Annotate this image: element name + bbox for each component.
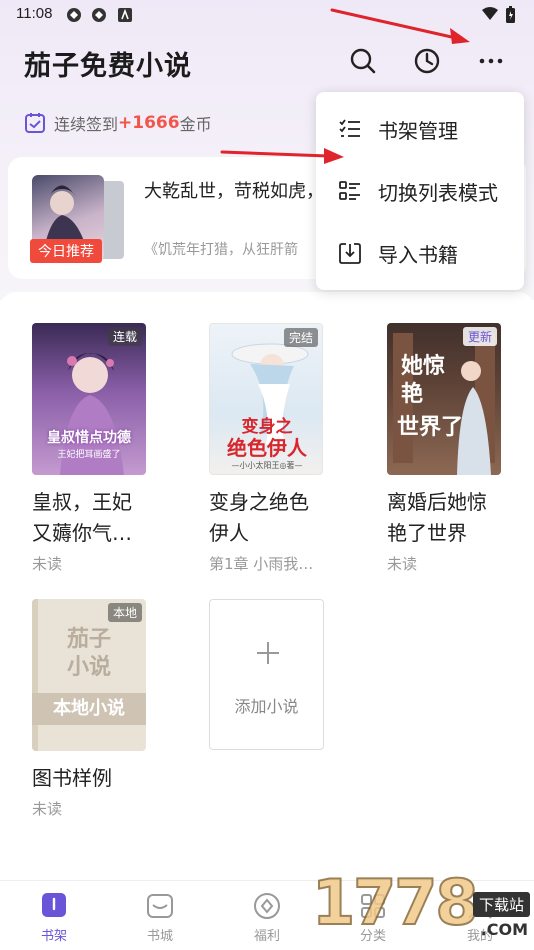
book-cover-title: 绝色伊人 xyxy=(227,436,307,460)
book-cover-author: —小小太阳王◎著— xyxy=(231,461,303,470)
checklist-icon xyxy=(339,119,360,137)
site-watermark: 1778 下载站 .COM xyxy=(311,862,534,950)
recommend-badge: 今日推荐 xyxy=(30,239,102,263)
signin-suffix: 金币 xyxy=(179,115,212,134)
book-title: 图书样例 xyxy=(32,766,112,790)
gift-icon xyxy=(254,893,280,919)
menu-item-shelf-manage[interactable]: 书架管理 xyxy=(316,98,524,160)
signin-prefix: 连续签到 xyxy=(54,115,119,134)
app-notification-icon xyxy=(118,8,132,22)
add-book-button[interactable]: 添加小说 xyxy=(209,599,324,750)
more-button[interactable] xyxy=(474,44,508,78)
app-title: 茄子免费小说 xyxy=(24,51,192,82)
status-tag: 连载 xyxy=(107,327,142,346)
book-cover-title: 世界了 xyxy=(397,415,464,440)
book-cover-title: 小说 xyxy=(66,655,111,680)
menu-item-label: 书架管理 xyxy=(378,118,458,143)
book-progress: 未读 xyxy=(387,555,418,573)
store-icon xyxy=(147,894,173,918)
book-cover: 变身之 绝色伊人 —小小太阳王◎著— 完结 xyxy=(209,323,323,475)
recommend-source: 《饥荒年打猎，从狂肝箭 xyxy=(144,242,298,258)
menu-item-toggle-list[interactable]: 切换列表模式 xyxy=(316,160,524,222)
watermark-domain: .COM xyxy=(480,920,528,939)
tab-label: 福利 xyxy=(253,929,280,944)
book-progress: 未读 xyxy=(32,555,63,573)
menu-item-label: 切换列表模式 xyxy=(378,180,498,205)
status-time: 11:08 xyxy=(16,5,53,22)
search-icon xyxy=(350,48,376,74)
book-cover-subtitle: 王妃把耳画盛了 xyxy=(57,450,121,460)
plus-icon xyxy=(257,642,279,664)
tab-store[interactable]: 书城 xyxy=(130,891,190,944)
book-cover-title: 她惊艳 xyxy=(401,354,446,407)
more-dots-icon xyxy=(479,58,503,64)
app-header: 茄子免费小说 xyxy=(0,38,534,88)
calendar-check-icon xyxy=(25,113,45,133)
book-title: 皇叔，王妃又薅你气… xyxy=(32,490,132,545)
search-button[interactable] xyxy=(346,44,380,78)
tab-label: 书城 xyxy=(146,929,173,944)
menu-item-import-books[interactable]: 导入书籍 xyxy=(316,222,524,284)
book-progress: 未读 xyxy=(32,800,63,818)
tab-bookshelf[interactable]: 书架 xyxy=(24,891,84,944)
book-item[interactable]: 变身之 绝色伊人 —小小太阳王◎著— 完结 变身之绝色伊人 第1章 小雨我… xyxy=(209,323,329,574)
book-cover-band: 本地小说 xyxy=(32,693,146,725)
book-cover: 皇叔惜点功德 王妃把耳画盛了 连载 xyxy=(32,323,146,475)
more-menu: 书架管理 切换列表模式 导入书籍 xyxy=(316,92,524,290)
signin-coins: +1666 xyxy=(118,113,180,133)
book-cover: 她惊艳 世界了 更新 xyxy=(387,323,501,475)
book-item[interactable]: 她惊艳 世界了 更新 离婚后她惊艳了世界 未读 xyxy=(387,323,507,574)
book-progress: 第1章 小雨我… xyxy=(209,555,314,573)
bookshelf-icon xyxy=(42,893,66,917)
notification-icon xyxy=(67,8,81,22)
status-tag: 更新 xyxy=(462,327,497,346)
history-button[interactable] xyxy=(410,44,444,78)
book-cover-title: 皇叔惜点功德 xyxy=(47,430,131,446)
book-title: 变身之绝色伊人 xyxy=(209,490,309,545)
watermark-number: 1778 xyxy=(311,865,480,940)
list-grid-icon xyxy=(339,181,360,200)
menu-item-label: 导入书籍 xyxy=(378,242,458,267)
tab-label: 书架 xyxy=(40,929,67,944)
notification-icon xyxy=(92,8,106,22)
tab-welfare[interactable]: 福利 xyxy=(237,891,297,944)
status-tag: 完结 xyxy=(283,328,318,347)
add-book-label: 添加小说 xyxy=(234,697,299,716)
import-icon xyxy=(339,243,361,264)
clock-icon xyxy=(414,48,440,74)
signal-battery-icon xyxy=(482,6,515,23)
status-bar: 11:08 xyxy=(0,0,534,30)
signin-banner[interactable]: 连续签到 +1666 金币 xyxy=(24,110,212,136)
watermark-site: 下载站 xyxy=(472,892,530,917)
book-title: 离婚后她惊艳了世界 xyxy=(387,490,487,545)
book-cover: 茄子 小说 本地小说 本地 xyxy=(32,599,146,751)
status-tag: 本地 xyxy=(107,603,142,622)
book-item[interactable]: 茄子 小说 本地小说 本地 图书样例 未读 xyxy=(32,599,152,819)
book-item[interactable]: 皇叔惜点功德 王妃把耳画盛了 连载 皇叔，王妃又薅你气… 未读 xyxy=(32,323,152,574)
